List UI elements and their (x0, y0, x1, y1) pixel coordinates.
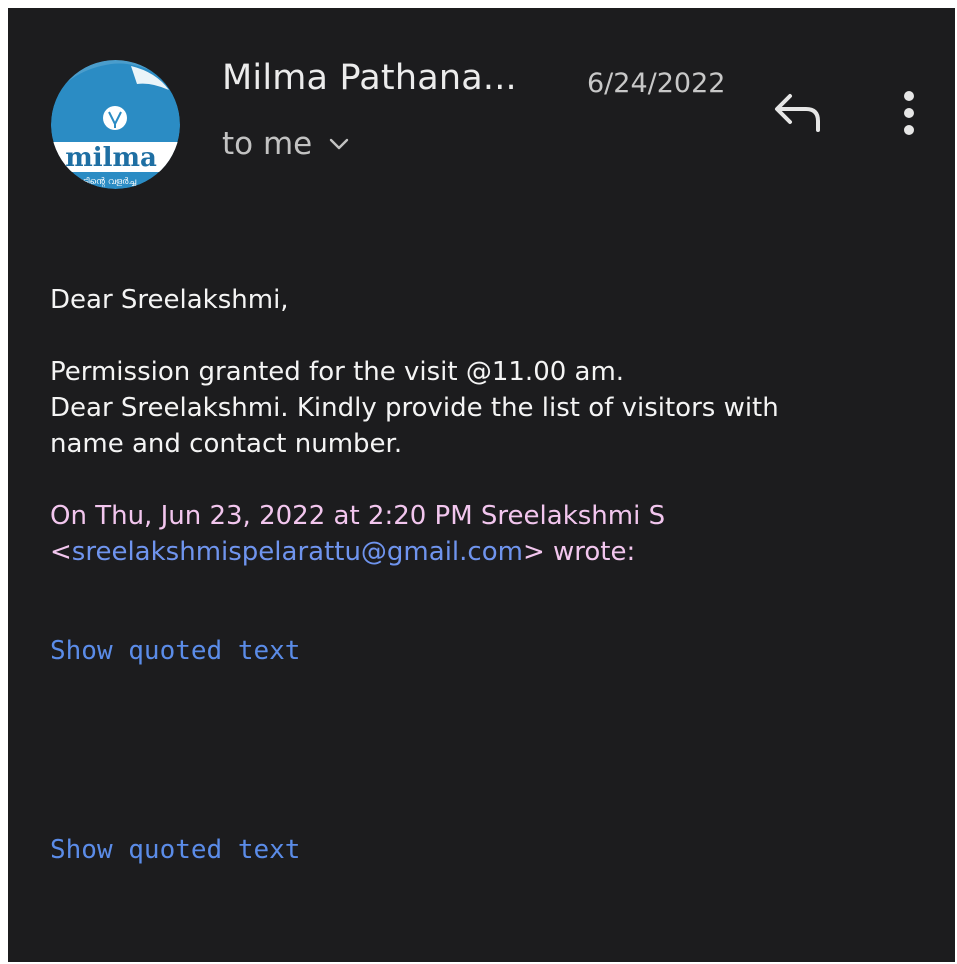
email-greeting: Dear Sreelakshmi, (50, 285, 289, 315)
quoted-message-header: On Thu, Jun 23, 2022 at 2:20 PM Sreelaks… (50, 498, 665, 570)
quoted-sender-email-link[interactable]: sreelakshmispelarattu@gmail.com (72, 537, 523, 567)
quote-header-sender-line: <sreelakshmispelarattu@gmail.com> wrote: (50, 534, 665, 570)
email-body-line-3: name and contact number. (50, 429, 403, 459)
chevron-down-icon (330, 138, 349, 150)
show-quoted-text-link[interactable]: Show quoted text (50, 636, 300, 666)
email-body-line-1: Permission granted for the visit @11.00 … (50, 357, 625, 387)
show-quoted-text-link[interactable]: Show quoted text (50, 835, 300, 865)
more-vert-icon (904, 91, 914, 135)
milma-logo: milma നാടിന്റെ വളർച്ച (51, 60, 180, 189)
email-body-line-2: Dear Sreelakshmi. Kindly provide the lis… (50, 393, 779, 423)
quote-wrote-label: > wrote: (522, 537, 636, 567)
avatar-brand-text: milma (65, 143, 157, 173)
quote-header-line: On Thu, Jun 23, 2022 at 2:20 PM Sreelaks… (50, 501, 666, 531)
quote-open-bracket: < (50, 537, 72, 567)
recipient-details-toggle[interactable]: to me (222, 126, 350, 162)
recipient-label: to me (222, 126, 313, 162)
email-date: 6/24/2022 (587, 68, 726, 99)
reply-icon (775, 94, 820, 132)
sender-avatar[interactable]: milma നാടിന്റെ വളർച്ച (51, 60, 180, 189)
reply-button[interactable] (772, 90, 826, 134)
more-options-button[interactable] (894, 88, 924, 140)
sender-name[interactable]: Milma Pathana... (222, 58, 517, 98)
